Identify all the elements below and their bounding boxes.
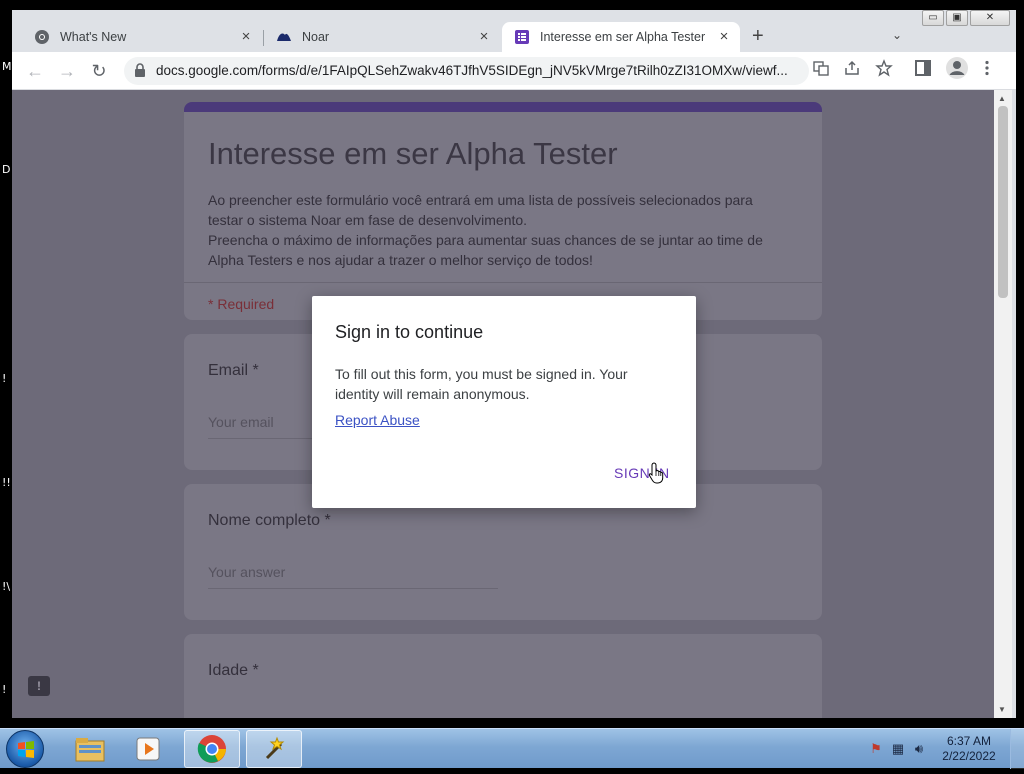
- page-viewport: Interesse em ser Alpha Tester Ao preench…: [12, 90, 994, 718]
- star-icon[interactable]: [875, 59, 893, 77]
- media-player-icon: [136, 737, 160, 761]
- tab-whats-new[interactable]: What's New ×: [22, 22, 262, 52]
- clock-time: 6:37 AM: [946, 734, 992, 748]
- chrome-icon: [35, 30, 49, 44]
- tab-title: Noar: [302, 30, 330, 44]
- form-description: Ao preencher este formulário você entrar…: [208, 192, 763, 268]
- back-button[interactable]: ←: [24, 60, 46, 82]
- profile-icon[interactable]: [946, 57, 968, 79]
- full-name-field[interactable]: Your answer: [208, 564, 498, 589]
- dialog-body: To fill out this form, you must be signe…: [335, 366, 628, 402]
- tab-strip: What's New × Noar × Interesse em ser Alp…: [12, 22, 1016, 52]
- google-forms-icon: [515, 30, 529, 44]
- taskbar-chrome[interactable]: [184, 730, 240, 768]
- question-label: Nome completo *: [208, 512, 331, 529]
- desktop-edge-glyph: !: [2, 372, 7, 385]
- vertical-scrollbar[interactable]: ▲ ▼: [994, 90, 1012, 718]
- translate-icon[interactable]: [812, 59, 830, 77]
- form-header-card: Interesse em ser Alpha Tester Ao preench…: [184, 102, 822, 320]
- browser-toolbar: ← → ↻ docs.google.com/forms/d/e/1FAIpQLS…: [12, 52, 1016, 90]
- form-title: Interesse em ser Alpha Tester: [208, 136, 618, 171]
- desktop-edge-glyph: !!: [2, 476, 11, 489]
- noar-icon: [277, 33, 291, 41]
- forward-button[interactable]: →: [56, 60, 78, 82]
- clock-date: 2/22/2022: [942, 749, 996, 763]
- taskbar-explorer[interactable]: [62, 730, 118, 768]
- divider: [184, 282, 822, 283]
- close-icon[interactable]: ×: [716, 29, 732, 45]
- feedback-icon[interactable]: !: [28, 676, 50, 696]
- folder-icon: [75, 738, 105, 762]
- scroll-down-arrow-icon[interactable]: ▼: [998, 705, 1006, 714]
- tab-title: What's New: [60, 30, 127, 44]
- taskbar: ⚑ ▦ 🔊︎ 6:37 AM 2/22/2022: [0, 728, 1024, 769]
- side-panel-icon[interactable]: [914, 59, 932, 77]
- report-abuse-link[interactable]: Report Abuse: [335, 412, 420, 428]
- reload-button[interactable]: ↻: [88, 60, 110, 82]
- close-icon[interactable]: ×: [476, 29, 492, 45]
- dialog-title: Sign in to continue: [335, 322, 484, 342]
- menu-icon[interactable]: [978, 59, 996, 77]
- scroll-up-arrow-icon[interactable]: ▲: [998, 94, 1006, 103]
- chrome-icon: [197, 735, 226, 763]
- desktop-edge-glyph: D: [2, 163, 11, 176]
- clock[interactable]: 6:37 AM 2/22/2022: [934, 734, 1004, 764]
- start-button[interactable]: [6, 730, 44, 768]
- question-label: Idade *: [208, 662, 259, 679]
- network-icon[interactable]: ▦: [890, 741, 906, 757]
- hand-cursor-icon: [648, 462, 664, 484]
- tab-title: Interesse em ser Alpha Tester: [540, 30, 706, 44]
- tab-alpha-tester-form[interactable]: Interesse em ser Alpha Tester ×: [502, 22, 740, 52]
- close-icon[interactable]: ×: [238, 29, 254, 45]
- tab-search-chevron-icon[interactable]: ⌄: [892, 28, 902, 42]
- sign-in-dialog: Sign in to continue To fill out this for…: [312, 296, 696, 508]
- taskbar-magic-wand-app[interactable]: [246, 730, 302, 768]
- show-desktop-button[interactable]: [1010, 729, 1024, 769]
- volume-icon[interactable]: 🔊︎: [911, 741, 927, 757]
- taskbar-media-player[interactable]: [120, 730, 176, 768]
- share-icon[interactable]: [843, 59, 861, 77]
- tab-noar[interactable]: Noar ×: [264, 22, 500, 52]
- desktop-edge-glyph: !\: [2, 580, 11, 593]
- magic-wand-icon: [265, 736, 285, 760]
- address-bar[interactable]: docs.google.com/forms/d/e/1FAIpQLSehZwak…: [124, 57, 809, 85]
- desktop-edge-glyph: M: [2, 60, 12, 73]
- scrollbar-thumb[interactable]: [998, 106, 1008, 298]
- system-tray: ⚑ ▦ 🔊︎ 6:37 AM 2/22/2022: [854, 729, 1024, 769]
- url-text: docs.google.com/forms/d/e/1FAIpQLSehZwak…: [156, 63, 788, 78]
- desktop-edge-glyph: !: [2, 683, 7, 696]
- new-tab-button[interactable]: +: [752, 25, 764, 48]
- required-note: * Required: [208, 296, 275, 312]
- question-card-age: Idade *: [184, 634, 822, 718]
- action-center-flag-icon[interactable]: ⚑: [868, 741, 884, 757]
- windows-logo-icon: [18, 741, 34, 758]
- lock-icon: [135, 63, 145, 77]
- browser-window: ▭ ▣ ✕ What's New × Noar × Interesse em s…: [12, 10, 1016, 718]
- question-label: Email *: [208, 362, 259, 379]
